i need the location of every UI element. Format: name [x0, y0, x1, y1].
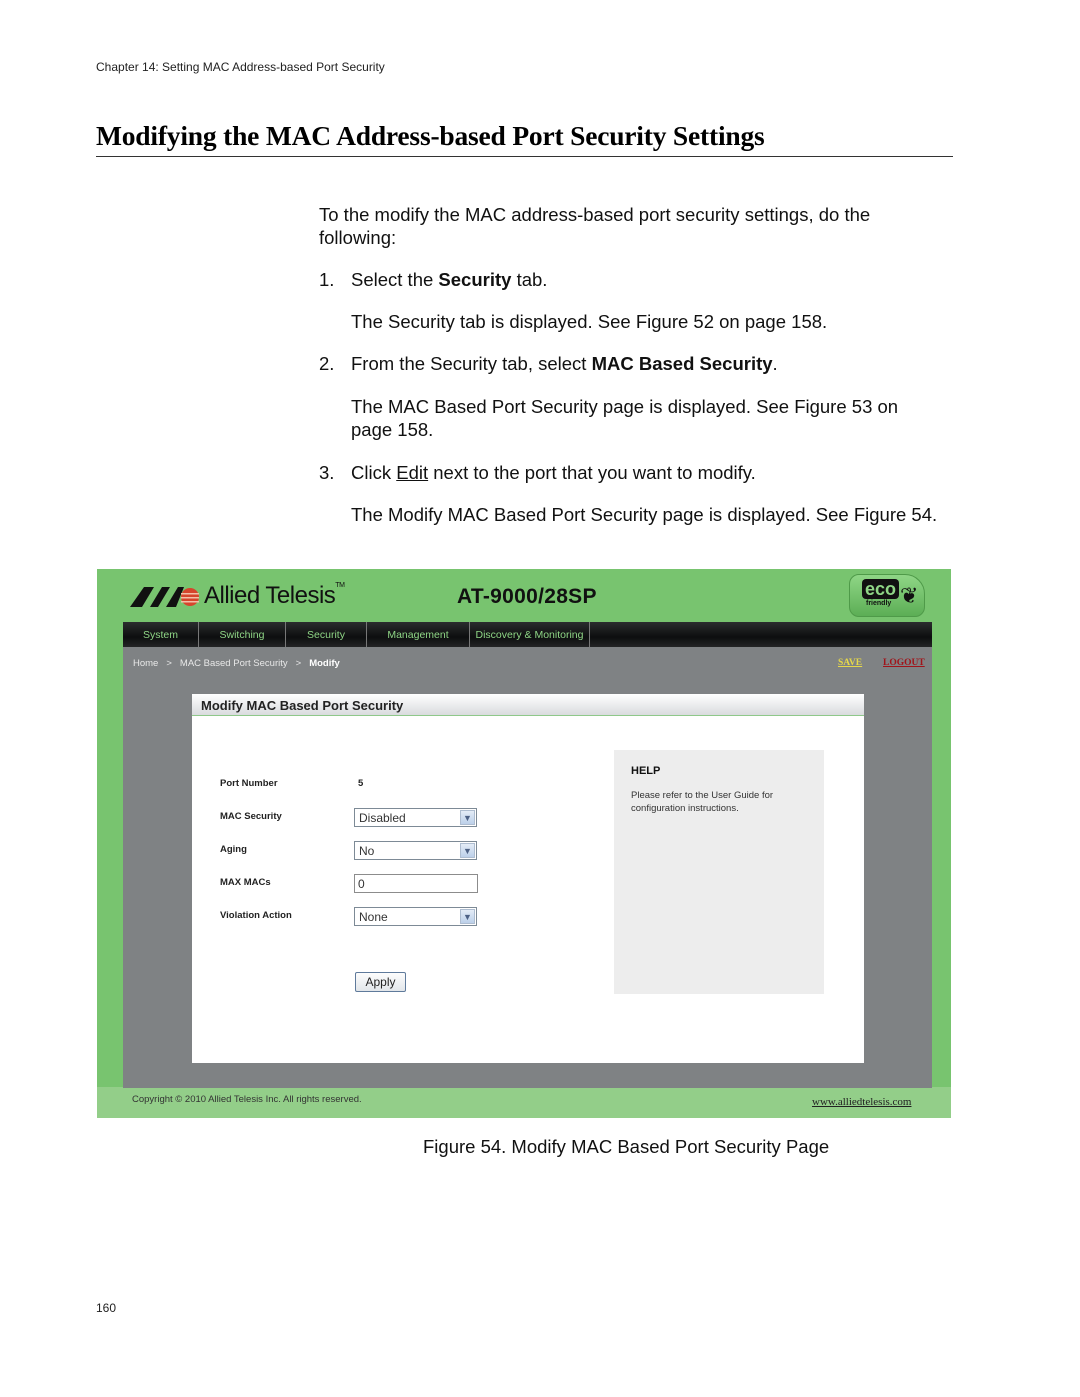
copyright: Copyright © 2010 Allied Telesis Inc. All…: [132, 1094, 362, 1105]
intro-paragraph: To the modify the MAC address-based port…: [319, 204, 871, 248]
tab-security[interactable]: Security: [286, 622, 367, 647]
figure-screenshot: Allied TelesisTM AT-9000/28SP eco friend…: [97, 569, 951, 1118]
allied-telesis-logo: Allied TelesisTM: [130, 582, 345, 609]
chevron-down-icon[interactable]: ▼: [460, 843, 475, 858]
tab-discovery-monitoring[interactable]: Discovery & Monitoring: [470, 622, 590, 647]
running-head: Chapter 14: Setting MAC Address-based Po…: [96, 60, 385, 74]
step-number: 1.: [319, 269, 335, 290]
port-number-label: Port Number: [220, 778, 278, 789]
step-text: next to the port that you want to modify…: [428, 462, 756, 483]
eco-friendly-badge: eco friendly ❦: [849, 574, 925, 617]
violation-action-label: Violation Action: [220, 910, 292, 921]
step-number: 2.: [319, 353, 335, 374]
breadcrumb-section[interactable]: MAC Based Port Security: [180, 658, 288, 669]
eco-subtext: friendly: [866, 600, 892, 607]
step-emphasis: MAC Based Security: [591, 353, 773, 374]
logout-link[interactable]: LOGOUT: [883, 658, 925, 668]
chevron-down-icon[interactable]: ▼: [460, 909, 475, 924]
brand-name: Allied TelesisTM: [204, 582, 345, 609]
step-1-result: The Security tab is displayed. See Figur…: [351, 311, 828, 332]
content-area: Home > MAC Based Port Security > Modify …: [123, 647, 932, 1088]
logo-mark-icon: [130, 587, 199, 607]
aging-label: Aging: [220, 844, 247, 855]
mac-security-select[interactable]: Disabled ▼: [354, 808, 477, 827]
step-2-result: The MAC Based Port Security page is disp…: [351, 396, 899, 440]
modify-panel: Modify MAC Based Port Security Port Numb…: [192, 694, 864, 1063]
figure-caption: Figure 54. Modify MAC Based Port Securit…: [423, 1136, 830, 1157]
step-text: tab.: [511, 269, 548, 290]
breadcrumb-separator: >: [295, 658, 302, 669]
violation-action-select[interactable]: None ▼: [354, 907, 477, 926]
model-name: AT-9000/28SP: [457, 585, 597, 608]
chevron-down-icon[interactable]: ▼: [460, 810, 475, 825]
mac-security-value: Disabled: [359, 811, 406, 825]
help-text: Please refer to the User Guide for confi…: [631, 790, 774, 814]
step-text: Select the: [351, 269, 439, 290]
page-number: 160: [96, 1301, 117, 1315]
help-box: HELP Please refer to the User Guide for …: [614, 750, 824, 994]
tab-system[interactable]: System: [123, 622, 199, 647]
tab-management[interactable]: Management: [367, 622, 470, 647]
step-text: Click: [351, 462, 397, 483]
max-macs-input[interactable]: 0: [354, 874, 478, 893]
help-title: HELP: [631, 765, 661, 777]
step-emphasis: Security: [438, 269, 512, 290]
tab-switching[interactable]: Switching: [199, 622, 286, 647]
aging-value: No: [359, 844, 375, 858]
website-link[interactable]: www.alliedtelesis.com: [812, 1096, 911, 1108]
step-3-result: The Modify MAC Based Port Security page …: [351, 504, 938, 525]
leaf-icon: ❦: [900, 583, 919, 608]
panel-title: Modify MAC Based Port Security: [192, 694, 864, 716]
step-text: .: [772, 353, 778, 374]
step-number: 3.: [319, 462, 335, 483]
port-number-value: 5: [358, 778, 364, 789]
mac-security-label: MAC Security: [220, 811, 282, 822]
breadcrumb-current: Modify: [309, 658, 340, 669]
save-link[interactable]: SAVE: [838, 658, 862, 668]
max-macs-label: MAX MACs: [220, 877, 271, 888]
eco-word: eco: [862, 579, 900, 599]
breadcrumb-home[interactable]: Home: [133, 658, 158, 669]
main-nav: System Switching Security Management Dis…: [123, 622, 932, 647]
page-title: Modifying the MAC Address-based Port Sec…: [96, 120, 953, 157]
breadcrumb: Home > MAC Based Port Security > Modify: [133, 658, 340, 669]
step-text: From the Security tab, select: [351, 353, 592, 374]
violation-action-value: None: [359, 910, 388, 924]
breadcrumb-separator: >: [166, 658, 172, 669]
aging-select[interactable]: No ▼: [354, 841, 477, 860]
edit-link[interactable]: Edit: [396, 462, 428, 483]
apply-button[interactable]: Apply: [355, 972, 406, 992]
